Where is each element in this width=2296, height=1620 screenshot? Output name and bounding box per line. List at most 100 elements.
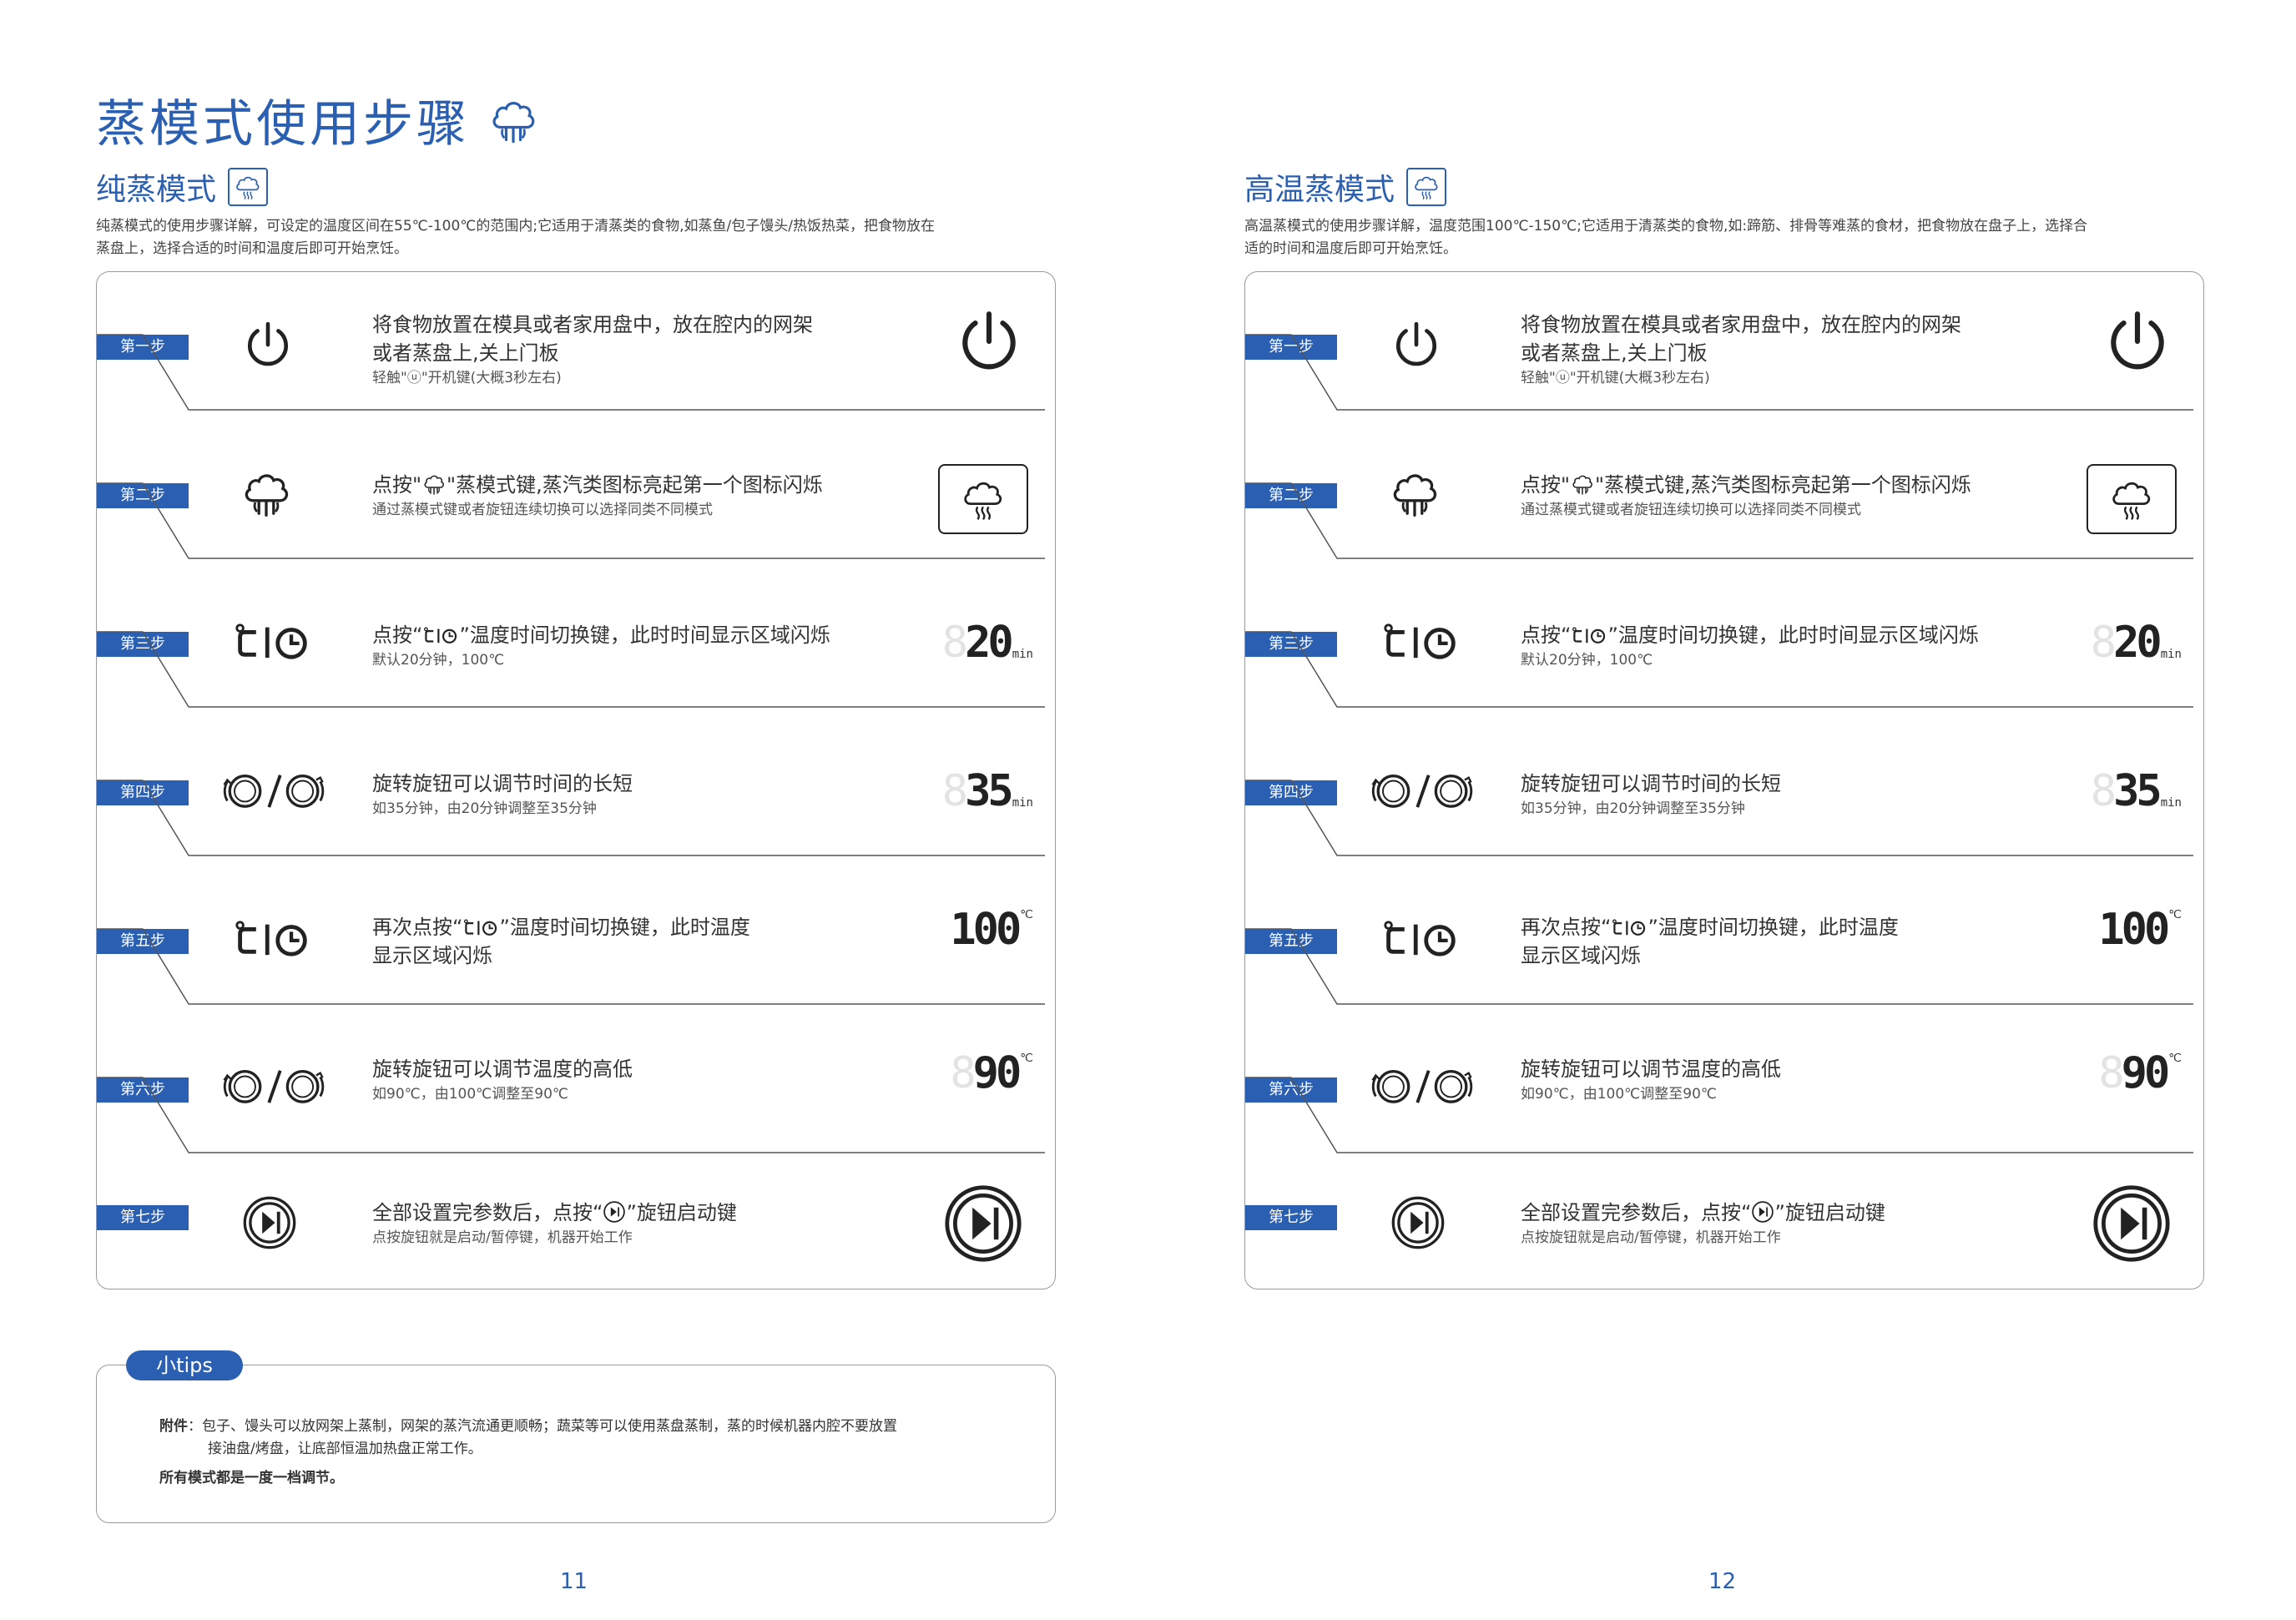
step-text: 点按" "蒸模式键,蒸汽类图标亮起第一个图标闪烁 通过蒸模式键或者旋钮连续切换可以… <box>372 471 890 521</box>
display-ghost-digit: 8 <box>2090 618 2117 668</box>
step-main-text: 将食物放置在模具或者家用盘中，放在腔内的网架 <box>372 313 813 336</box>
step-sub-text: 如35分钟，由20分钟调整至35分钟 <box>1521 800 1745 817</box>
steam-icon <box>1385 464 1444 522</box>
step-text: 点按" "蒸模式键,蒸汽类图标亮起第一个图标闪烁 通过蒸模式键或者旋钮连续切换可以… <box>1521 471 2038 521</box>
tips-text: 接油盘/烤盘，让底部恒温加热盘正常工作。 <box>208 1441 482 1457</box>
knob-rotate-icon <box>220 770 329 811</box>
tips-content: 附件：包子、馒头可以放网架上蒸制，网架的蒸汽流通更顺畅；蔬菜等可以使用蒸盘蒸制，… <box>159 1416 1011 1490</box>
tips-line: 附件：包子、馒头可以放网架上蒸制，网架的蒸汽流通更顺畅；蔬菜等可以使用蒸盘蒸制，… <box>159 1416 1011 1438</box>
step-text: 全部设置完参数后，点按“ ”旋钮启动键 点按旋钮就是启动/暂停键，机器开始工作 <box>372 1199 890 1249</box>
step-main-pre: 全部设置完参数后，点按“ <box>372 1201 603 1224</box>
display-ghost-digit: 8 <box>941 766 968 816</box>
step-row: 第六步 旋转旋钮可以调节温度的高低 如90℃，由100℃调整至90℃ 8 90 … <box>1245 1015 2205 1163</box>
steps-panel: 第一步 将食物放置在模具或者家用盘中，放在腔内的网架 或者蒸盘上,关上门板 轻触… <box>96 271 1056 1289</box>
step-sub-text: 默认20分钟，100℃ <box>372 652 505 669</box>
step-text: 将食物放置在模具或者家用盘中，放在腔内的网架 或者蒸盘上,关上门板 轻触"ⓤ"开… <box>1521 310 2038 389</box>
step-row: 第七步 全部设置完参数后，点按“ ”旋钮启动键 点按旋钮就是启动/暂停键，机器开始… <box>97 1163 1057 1312</box>
step-main-pre: 再次点按“ <box>372 916 463 939</box>
step-row: 第五步 再次点按“ ”温度时间切换键，此时温度 显示区域闪烁 100 ℃ <box>1245 866 2205 1015</box>
step-main-text: 将食物放置在模具或者家用盘中，放在腔内的网架 <box>1521 313 1961 336</box>
steam-inline-icon <box>421 472 447 497</box>
step-text: 点按“ ”温度时间切换键，此时时间显示区域闪烁 默认20分钟，100℃ <box>372 621 890 671</box>
display-unit: ℃ <box>1020 1052 1033 1065</box>
tips-text: ：包子、馒头可以放网架上蒸制，网架的蒸汽流通更顺畅；蔬菜等可以使用蒸盘蒸制，蒸的… <box>188 1418 897 1435</box>
step-sub-text: 轻触"ⓤ"开机键(大概3秒左右) <box>372 370 562 386</box>
tips-panel: 小tips 附件：包子、馒头可以放网架上蒸制，网架的蒸汽流通更顺畅；蔬菜等可以使… <box>96 1350 1056 1523</box>
steam-display-icon <box>938 464 1028 534</box>
display-ghost-digit: 8 <box>2090 766 2117 816</box>
step-text: 旋转旋钮可以调节时间的长短 如35分钟，由20分钟调整至35分钟 <box>1521 770 2038 820</box>
description-line: 适的时间和温度后即可开始烹饪。 <box>1244 240 1457 257</box>
section-description: 高温蒸模式的使用步骤详解，温度范围100℃-150℃;它适用于清蒸类的食物,如:… <box>1244 215 2204 260</box>
step-main-pre: 点按“ <box>372 623 423 647</box>
tips-key: 附件 <box>159 1418 188 1435</box>
step-sub-text: 如90℃，由100℃调整至90℃ <box>372 1086 568 1103</box>
knob-rotate-icon <box>1369 1065 1477 1107</box>
play-pause-large-icon <box>2092 1183 2172 1264</box>
display-value: 100 <box>950 905 1022 955</box>
display-value: 90 <box>2121 1048 2171 1098</box>
step-text: 点按“ ”温度时间切换键，此时时间显示区域闪烁 默认20分钟，100℃ <box>1521 621 2038 671</box>
step-sub-text: 点按旋钮就是启动/暂停键，机器开始工作 <box>1521 1229 1781 1246</box>
temperature-display: 8 90 ℃ <box>950 1052 1033 1095</box>
description-line: 高温蒸模式的使用步骤详解，温度范围100℃-150℃;它适用于清蒸类的食物,如:… <box>1244 218 2088 235</box>
time-display: 8 20 min <box>942 621 1033 664</box>
step-main-post: ”温度时间切换键，此时温度 <box>499 916 750 939</box>
step-main-post: "蒸模式键,蒸汽类图标亮起第一个图标闪烁 <box>447 473 823 497</box>
steam-display-icon <box>2087 464 2177 534</box>
step-text: 再次点按“ ”温度时间切换键，此时温度 显示区域闪烁 <box>372 913 890 970</box>
step-label: 第七步 <box>97 1205 189 1230</box>
display-ghost-digit: 8 <box>941 618 968 668</box>
step-main-pre: 点按" <box>372 473 422 497</box>
temp-time-icon <box>1379 618 1462 664</box>
power-icon <box>1387 315 1446 374</box>
step-main-text: 旋转旋钮可以调节时间的长短 <box>372 772 633 795</box>
step-text: 将食物放置在模具或者家用盘中，放在腔内的网架 或者蒸盘上,关上门板 轻触"ⓤ"开… <box>372 310 890 389</box>
play-pause-inline-icon <box>603 1200 626 1224</box>
power-large-icon <box>2103 307 2172 376</box>
step-main-pre: 再次点按“ <box>1521 916 1612 939</box>
step-sub-text: 如35分钟，由20分钟调整至35分钟 <box>372 800 597 817</box>
step-row: 第三步 点按“ ”温度时间切换键，此时时间显示区域闪烁 默认20分钟，100℃ 8… <box>1245 569 2205 718</box>
display-unit: min <box>1012 796 1033 810</box>
display-unit: min <box>2160 796 2182 810</box>
step-main-pre: 点按“ <box>1521 623 1572 647</box>
steps-panel: 第一步 将食物放置在模具或者家用盘中，放在腔内的网架 或者蒸盘上,关上门板 轻触… <box>1244 271 2204 1289</box>
steam-title-icon <box>487 93 540 147</box>
display-value: 20 <box>965 618 1014 668</box>
step-main-text: 显示区域闪烁 <box>372 944 492 967</box>
step-row: 第三步 点按“ ”温度时间切换键，此时时间显示区域闪烁 默认20分钟，100℃ 8… <box>97 569 1057 718</box>
step-row: 第一步 将食物放置在模具或者家用盘中，放在腔内的网架 或者蒸盘上,关上门板 轻触… <box>97 272 1057 421</box>
temp-time-inline-icon <box>1571 626 1607 644</box>
steam-mode-icon-box <box>1406 168 1447 206</box>
temp-time-inline-icon <box>422 626 459 644</box>
section-title: 高温蒸模式 <box>1244 165 1447 209</box>
play-pause-icon <box>1389 1194 1447 1252</box>
step-main-text: 全部设置完参数后，点按“ ”旋钮启动键 <box>1521 1199 2038 1227</box>
step-text: 全部设置完参数后，点按“ ”旋钮启动键 点按旋钮就是启动/暂停键，机器开始工作 <box>1521 1199 2038 1249</box>
display-value: 100 <box>2098 905 2170 955</box>
description-line: 纯蒸模式的使用步骤详解，可设定的温度区间在55℃-100℃的范围内;它适用于清蒸… <box>96 218 935 235</box>
section-title-text: 纯蒸模式 <box>96 173 217 207</box>
step-row: 第七步 全部设置完参数后，点按“ ”旋钮启动键 点按旋钮就是启动/暂停键，机器开始… <box>1245 1163 2205 1312</box>
temp-time-inline-icon <box>462 918 499 936</box>
time-display: 8 35 min <box>942 770 1033 813</box>
temp-time-icon <box>230 915 314 961</box>
tips-label: 小tips <box>126 1350 243 1380</box>
step-main-text: 或者蒸盘上,关上门板 <box>1521 341 1708 365</box>
display-value: 90 <box>972 1048 1022 1098</box>
step-main-text: 旋转旋钮可以调节温度的高低 <box>1521 1057 1781 1081</box>
step-row: 第六步 旋转旋钮可以调节温度的高低 如90℃，由100℃调整至90℃ 8 90 … <box>97 1015 1057 1163</box>
step-main-text: 点按“ ”温度时间切换键，此时时间显示区域闪烁 <box>1521 621 2038 649</box>
temperature-display: 8 90 ℃ <box>2098 1052 2182 1095</box>
step-row: 第四步 旋转旋钮可以调节时间的长短 如35分钟，由20分钟调整至35分钟 8 3… <box>97 718 1057 866</box>
step-text: 再次点按“ ”温度时间切换键，此时温度 显示区域闪烁 <box>1521 913 2038 970</box>
play-pause-inline-icon <box>1751 1200 1774 1224</box>
step-sub-text: 如90℃，由100℃调整至90℃ <box>1521 1086 1717 1103</box>
page-title-text: 蒸模式使用步骤 <box>96 95 470 154</box>
step-main-pre: 全部设置完参数后，点按“ <box>1521 1201 1752 1224</box>
step-main-post: ”温度时间切换键，此时时间显示区域闪烁 <box>1607 623 1979 647</box>
display-unit: min <box>1012 648 1033 661</box>
display-ghost-digit: 8 <box>2098 1048 2124 1098</box>
steam-inline-icon <box>1570 472 1595 497</box>
